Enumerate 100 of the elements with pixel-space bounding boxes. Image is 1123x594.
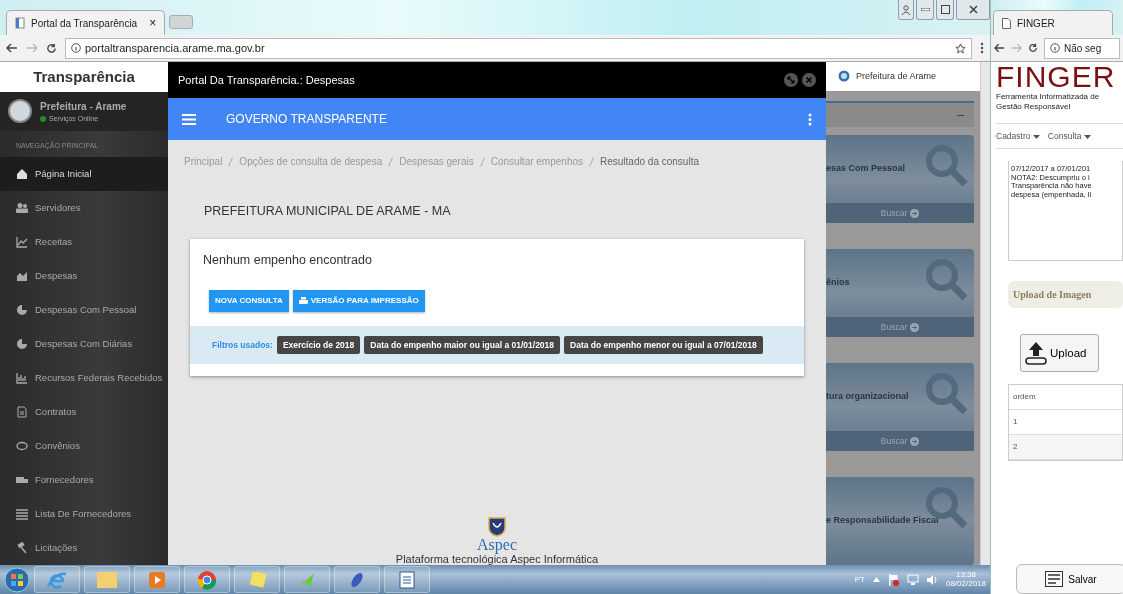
back-icon[interactable] xyxy=(994,43,1005,53)
hammer-icon xyxy=(16,542,28,554)
sidebar-item[interactable]: Servidores xyxy=(0,191,168,225)
footer-text: Plataforma tecnológica Aspec Informática xyxy=(395,552,599,565)
people-icon xyxy=(16,202,28,214)
line-chart-icon xyxy=(16,236,28,248)
site-title: Transparência xyxy=(0,62,168,93)
filter-tag: Data do empenho maior ou igual a 01/01/2018 xyxy=(364,335,561,355)
folder-taskbar-icon[interactable] xyxy=(84,566,130,593)
browser-tab[interactable]: FINGER xyxy=(993,10,1113,35)
sidebar-item[interactable]: Lista De Fornecedores xyxy=(0,497,168,531)
back-icon[interactable] xyxy=(6,43,18,53)
filters-label: Filtros usados: xyxy=(212,338,273,352)
result-message: Nenhum empenho encontrado xyxy=(202,251,373,269)
sidebar-item[interactable]: Fornecedores xyxy=(0,463,168,497)
magnifier-icon xyxy=(924,371,968,415)
chrome-taskbar-icon[interactable] xyxy=(184,566,230,593)
breadcrumb-current: Resultado da consulta xyxy=(600,155,699,169)
modal-title: Portal Da Transparência.: Despesas xyxy=(178,72,355,88)
forward-icon[interactable] xyxy=(26,43,38,53)
breadcrumb-separator-icon xyxy=(388,156,394,167)
address-bar[interactable]: Não seg xyxy=(1044,37,1120,59)
upload-icon xyxy=(1025,341,1047,366)
browser-taskbar-icon[interactable] xyxy=(34,566,80,593)
area-chart-icon xyxy=(16,270,28,282)
url-text: portaltransparencia.arame.ma.gov.br xyxy=(85,40,265,56)
filter-tag: Data do empenho menor ou igual a 07/01/2018 xyxy=(564,335,763,355)
volume-icon[interactable] xyxy=(926,574,938,585)
list-icon xyxy=(1045,571,1064,587)
close-icon[interactable] xyxy=(802,73,816,87)
sidebar-item[interactable]: Página Inicial xyxy=(0,157,168,191)
shield-logo-icon xyxy=(488,516,506,537)
page-heading: PREFEITURA MUNICIPAL DE ARAME - MA xyxy=(203,203,452,220)
menu-icon[interactable] xyxy=(182,113,196,125)
save-button[interactable]: Salvar xyxy=(1016,564,1123,594)
table-cell: 2 xyxy=(1009,435,1122,461)
sidebar-item[interactable]: Despesas xyxy=(0,259,168,293)
document-icon xyxy=(16,406,28,418)
sidebar-item[interactable]: Despesas Com Diárias xyxy=(0,327,168,361)
filter-tag: Exercício de 2018 xyxy=(276,335,361,355)
breadcrumb-separator-icon xyxy=(228,156,234,167)
shortcut-card[interactable]: tura organizacional Buscar xyxy=(826,363,974,451)
upload-button[interactable]: Upload xyxy=(1020,334,1099,373)
brand-logo: Aspec xyxy=(477,536,517,553)
organization-name: Prefeitura de Arame xyxy=(856,69,937,83)
list-icon xyxy=(16,508,28,520)
more-options-icon[interactable] xyxy=(808,112,812,126)
new-tab-button[interactable] xyxy=(169,15,194,29)
new-query-button[interactable]: NOVA CONSULTA xyxy=(209,289,289,312)
sidebar-item[interactable]: Recursos Federais Recebidos xyxy=(0,361,168,395)
pie-chart-icon xyxy=(16,304,28,316)
sidebar-item[interactable]: Licitações xyxy=(0,531,168,565)
tab-close-button[interactable]: × xyxy=(149,14,157,32)
star-icon[interactable] xyxy=(955,42,966,54)
shortcut-card[interactable]: ênios Buscar xyxy=(826,249,974,337)
maximize-icon[interactable] xyxy=(936,0,954,20)
network-icon[interactable] xyxy=(906,574,919,585)
app-taskbar-icon[interactable] xyxy=(284,566,330,593)
page-icon xyxy=(15,17,25,29)
brand-logo: FINGER xyxy=(996,62,1117,92)
house-icon xyxy=(16,168,28,180)
sidebar-item[interactable]: Contratos xyxy=(0,395,168,429)
browser-tab[interactable]: Portal da Transparência × xyxy=(6,10,166,35)
profile-name: Prefeitura - Arame xyxy=(40,99,127,114)
breadcrumb-separator-icon xyxy=(589,156,594,167)
shortcut-card[interactable]: e Responsabilidade Fiscal xyxy=(826,477,974,565)
expand-icon[interactable] xyxy=(784,73,798,87)
tab-title: Portal da Transparência xyxy=(31,16,138,31)
page-icon xyxy=(1002,17,1011,29)
pie-chart-icon xyxy=(16,338,28,350)
address-bar[interactable]: portaltransparencia.arame.ma.gov.br xyxy=(65,37,972,59)
document-taskbar-icon[interactable] xyxy=(384,566,430,593)
sidebar-item[interactable]: Receitas xyxy=(0,225,168,259)
print-button[interactable]: VERSÃO PARA IMPRESSÃO xyxy=(292,289,425,312)
url-text: Não seg xyxy=(1064,41,1102,56)
reload-icon[interactable] xyxy=(1028,43,1038,53)
section-heading: Upload de Imagen xyxy=(1008,281,1123,309)
info-icon xyxy=(71,43,81,53)
scrollbar[interactable] xyxy=(980,62,990,565)
sidebar-item[interactable]: Convênios xyxy=(0,429,168,463)
breadcrumb-separator-icon xyxy=(479,156,485,167)
card-title: esas Com Pessoal xyxy=(826,162,906,176)
menu-item[interactable]: Consulta xyxy=(1047,129,1091,143)
app-title: GOVERNO TRANSPARENTE xyxy=(226,111,387,128)
flag-icon[interactable] xyxy=(887,573,899,586)
start-button[interactable] xyxy=(4,566,30,593)
magnifier-icon xyxy=(924,257,968,301)
user-icon[interactable] xyxy=(898,0,914,20)
show-hidden-icon[interactable] xyxy=(872,577,880,582)
reload-icon[interactable] xyxy=(46,42,57,54)
sidebar-item[interactable]: Despesas Com Pessoal xyxy=(0,293,168,327)
notes-taskbar-icon[interactable] xyxy=(234,566,280,593)
menu-item[interactable]: Cadastro xyxy=(996,129,1040,143)
forward-icon[interactable] xyxy=(1011,43,1022,53)
menu-icon[interactable] xyxy=(980,42,984,54)
collapse-button[interactable]: – xyxy=(957,105,964,124)
shortcut-card[interactable]: esas Com Pessoal Buscar xyxy=(826,135,974,223)
close-icon[interactable] xyxy=(956,0,990,20)
caret-icon xyxy=(1083,134,1091,139)
media-taskbar-icon[interactable] xyxy=(134,566,180,593)
